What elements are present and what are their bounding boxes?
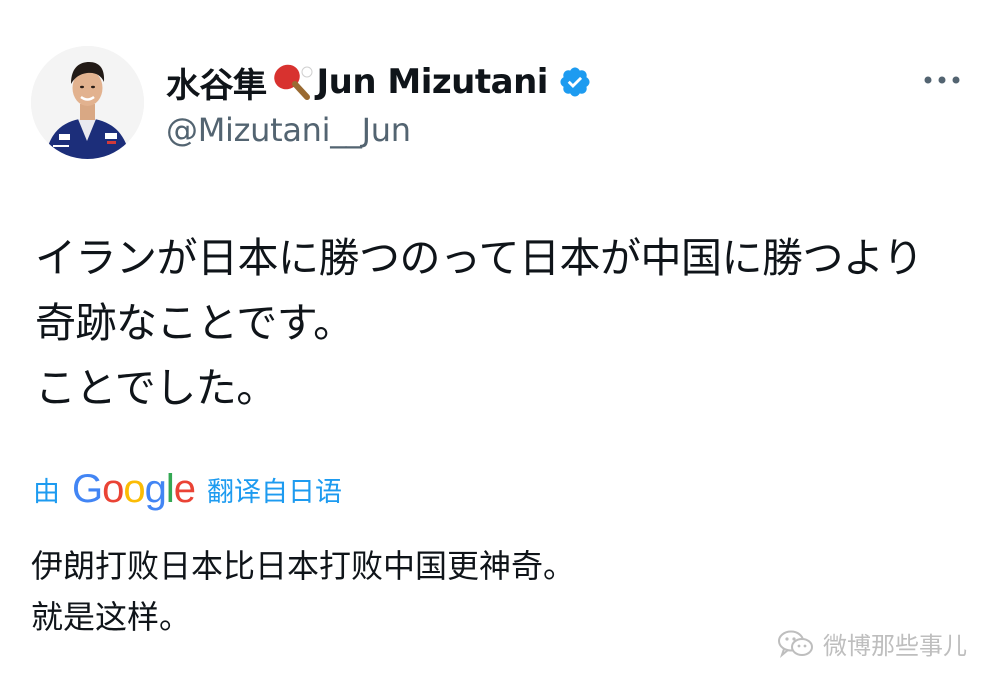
author-name-row[interactable]: 水谷隼 Jun Mizutani — [166, 57, 592, 107]
watermark-text: 微博那些事儿 — [823, 632, 967, 660]
author-avatar[interactable] — [31, 46, 144, 159]
tweet-text: イランが日本に勝つのって日本が中国に勝つより奇跡なことです。 ことでした。 — [35, 234, 924, 412]
tweet-header: 水谷隼 Jun Mizutani @Mizutani__Jun — [166, 57, 592, 149]
tweet-card: 水谷隼 Jun Mizutani @Mizutani__Jun イランが日本に勝… — [0, 0, 995, 691]
author-display-name-en[interactable]: Jun Mizutani — [317, 62, 549, 102]
author-handle[interactable]: @Mizutani__Jun — [166, 111, 592, 149]
verified-badge-icon — [558, 65, 592, 99]
more-options-icon[interactable] — [918, 68, 966, 92]
translation-source-label: 翻译自日语 — [207, 476, 343, 508]
watermark: 微博那些事儿 — [777, 626, 967, 661]
translation-attribution[interactable]: 由 Google 翻译自日语 — [33, 464, 342, 514]
table-tennis-paddle-icon — [271, 60, 315, 104]
avatar-portrait — [31, 46, 144, 159]
author-display-name[interactable]: 水谷隼 — [166, 58, 267, 107]
wechat-icon — [777, 629, 815, 659]
google-logo: Google — [72, 466, 196, 511]
translation-prefix: 由 — [33, 476, 60, 508]
